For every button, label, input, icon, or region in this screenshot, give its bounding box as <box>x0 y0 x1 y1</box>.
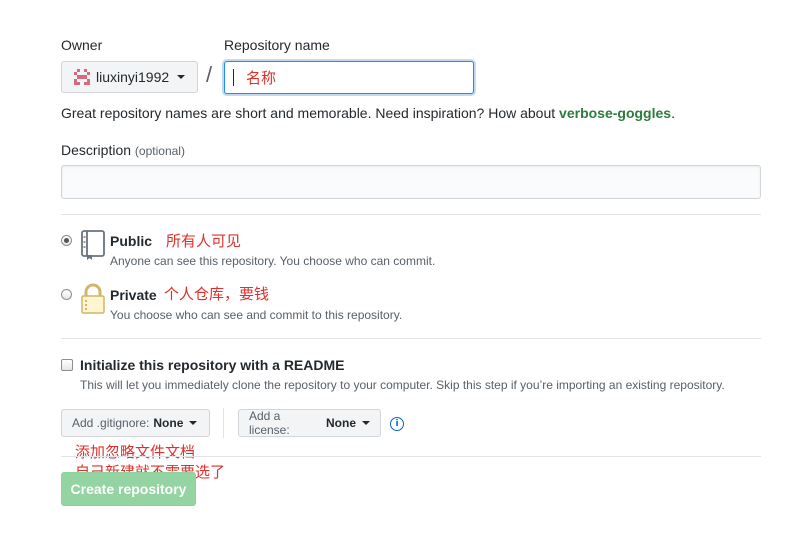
suggestion-link[interactable]: verbose-goggles <box>559 105 671 121</box>
repo-icon <box>81 230 105 260</box>
gitignore-dropdown[interactable]: Add .gitignore: None <box>61 409 210 437</box>
avatar <box>74 69 90 85</box>
divider <box>61 456 761 457</box>
owner-name: liuxinyi1992 <box>96 69 170 85</box>
public-note: Anyone can see this repository. You choo… <box>110 254 436 268</box>
gitignore-label: Add .gitignore: <box>72 416 150 430</box>
private-note: You choose who can see and commit to thi… <box>110 308 403 322</box>
divider <box>223 408 224 438</box>
create-repository-button[interactable]: Create repository <box>61 472 196 506</box>
private-title: Private <box>110 287 157 303</box>
license-value: None <box>326 416 356 430</box>
description-label-text: Description <box>61 142 132 158</box>
license-dropdown[interactable]: Add a license: None <box>238 409 381 437</box>
hint-text: Great repository names are short and mem… <box>61 105 560 121</box>
divider <box>61 214 761 215</box>
public-title: Public <box>110 233 153 249</box>
chevron-down-icon <box>177 75 186 79</box>
owner-select-button[interactable]: liuxinyi1992 <box>61 61 198 93</box>
chevron-down-icon <box>362 421 370 425</box>
repo-name-hint: Great repository names are short and mem… <box>61 105 675 121</box>
readme-title: Initialize this repository with a README <box>80 357 345 373</box>
hint-end: . <box>671 105 675 121</box>
readme-checkbox[interactable] <box>61 359 73 371</box>
repo-name-label: Repository name <box>224 37 330 53</box>
repo-name-value: 名称 <box>246 69 277 87</box>
repo-name-input[interactable]: 名称 <box>224 61 474 94</box>
private-radio[interactable] <box>61 289 72 300</box>
private-annotation: 个人仓库，要钱 <box>164 285 270 303</box>
readme-note: This will let you immediately clone the … <box>80 378 725 392</box>
chevron-down-icon <box>189 421 198 425</box>
license-label: Add a license: <box>249 409 290 437</box>
path-separator: / <box>206 62 213 87</box>
public-annotation: 所有人可见 <box>166 232 242 250</box>
owner-label: Owner <box>61 37 103 53</box>
divider <box>61 338 761 339</box>
description-input[interactable] <box>61 165 761 199</box>
description-label: Description (optional) <box>61 142 185 158</box>
lock-icon <box>81 283 105 314</box>
text-cursor <box>233 69 234 86</box>
gitignore-value: None <box>153 416 184 430</box>
optional-note: (optional) <box>134 144 185 158</box>
info-icon[interactable]: i <box>390 417 404 431</box>
gitignore-annotation-line1: 添加忽略文件文档 <box>75 443 196 461</box>
public-radio[interactable] <box>61 235 72 246</box>
